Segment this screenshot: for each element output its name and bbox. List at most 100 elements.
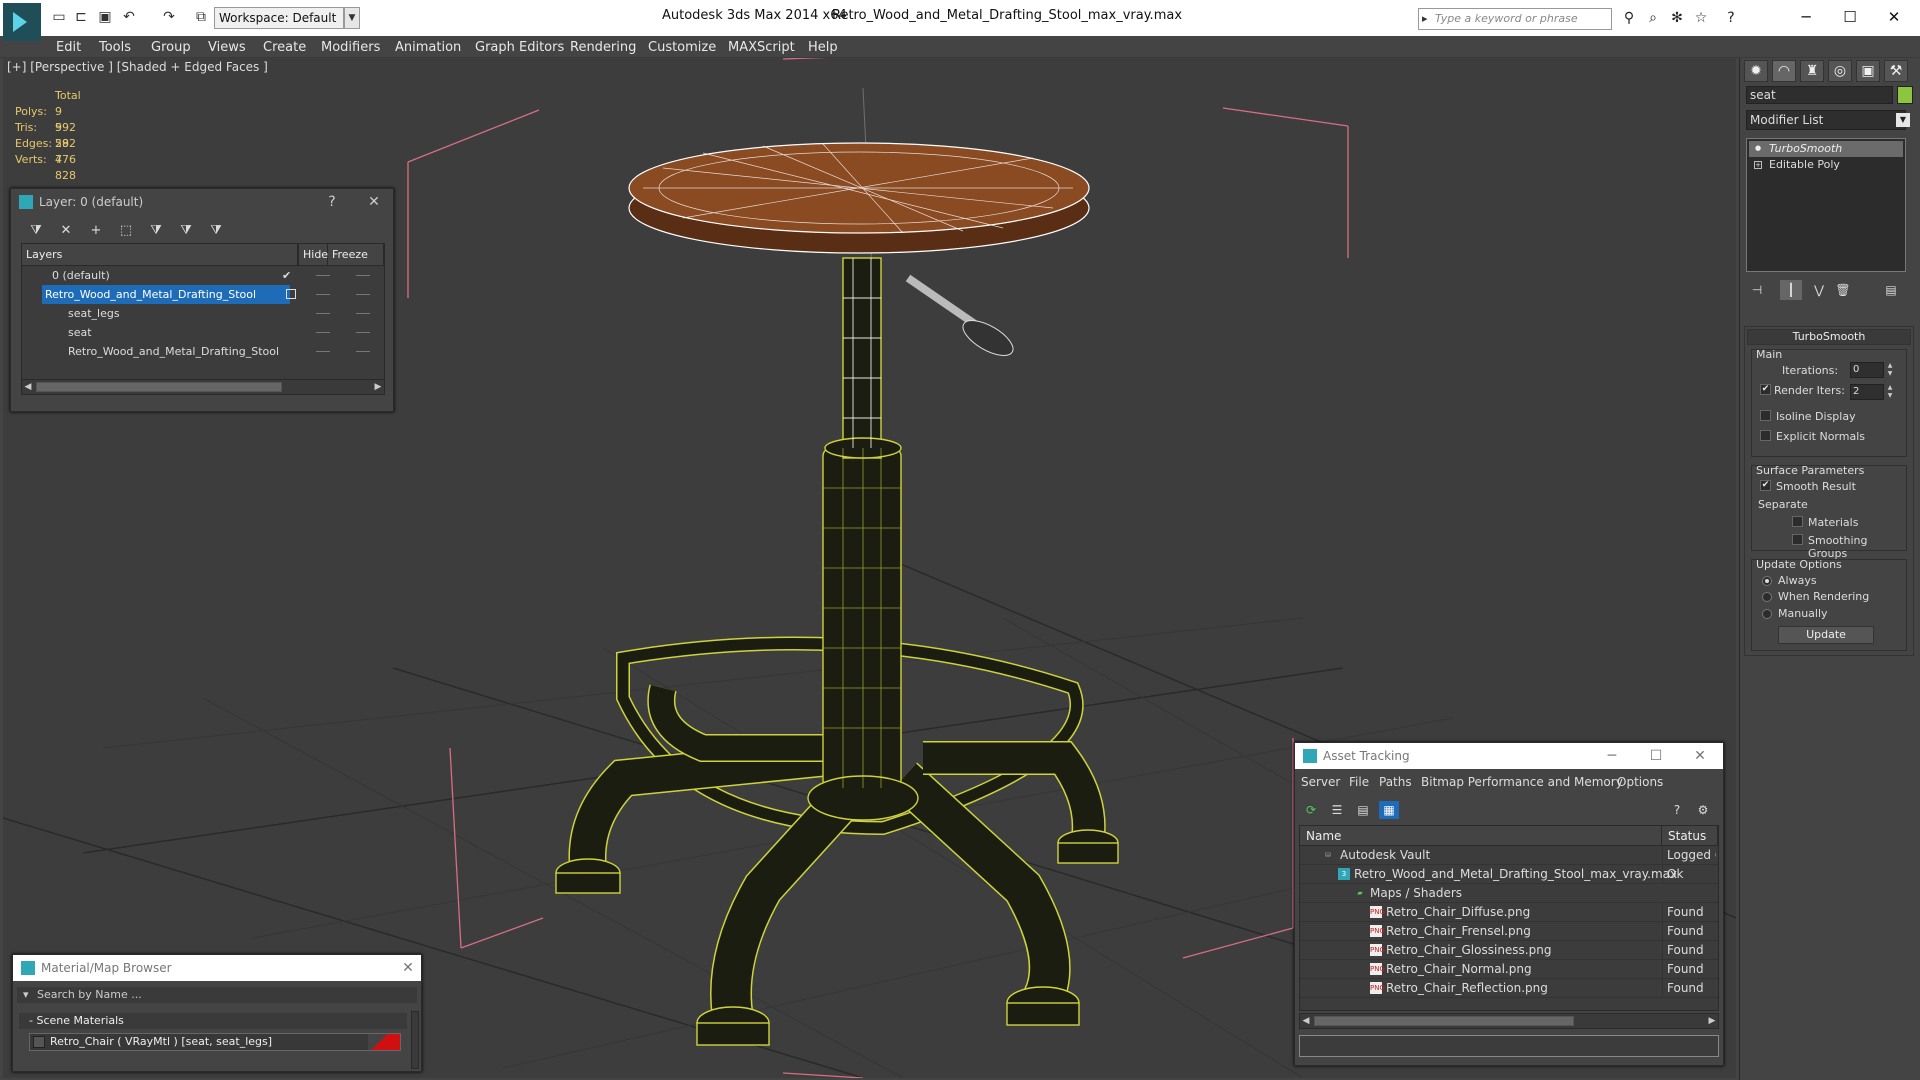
- modify-tab-icon[interactable]: ◠: [1772, 60, 1796, 82]
- lightbulb-icon[interactable]: ●: [1754, 145, 1762, 153]
- menu-rendering[interactable]: Rendering: [570, 40, 636, 55]
- motion-tab-icon[interactable]: ◎: [1828, 60, 1852, 82]
- isoline-display-checkbox[interactable]: [1760, 410, 1771, 421]
- freeze-all-layers-icon[interactable]: ⧩: [205, 221, 227, 241]
- scroll-thumb[interactable]: [1314, 1016, 1574, 1026]
- when-rendering-radio[interactable]: [1762, 592, 1772, 602]
- asset-path-field[interactable]: [1299, 1035, 1719, 1057]
- spinner-arrows-icon[interactable]: ▲ ▼: [1886, 362, 1894, 378]
- project-folder-icon[interactable]: ⧉: [192, 8, 210, 26]
- layer-object-row[interactable]: seat_legs: [22, 304, 384, 323]
- layer-object-row[interactable]: Retro_Wood_and_Metal_Drafting_Stool: [22, 342, 384, 361]
- close-icon[interactable]: ✕: [397, 957, 419, 979]
- help-icon[interactable]: ?: [1667, 801, 1687, 819]
- manually-radio[interactable]: [1762, 609, 1772, 619]
- detail-view-icon[interactable]: ▤: [1353, 801, 1373, 819]
- materials-checkbox[interactable]: [1792, 516, 1803, 527]
- pin-stack-icon[interactable]: ⊣: [1746, 280, 1768, 300]
- menu-views[interactable]: Views: [208, 40, 246, 55]
- freeze-toggle[interactable]: [356, 351, 370, 352]
- scene-materials-category[interactable]: - Scene Materials: [19, 1013, 407, 1029]
- asset-row[interactable]: 3 Retro_Wood_and_Metal_Drafting_Stool_ma…: [1300, 865, 1718, 884]
- current-layer-check-icon[interactable]: ✔: [282, 266, 291, 285]
- highlight-layer-icon[interactable]: ⧩: [145, 221, 167, 241]
- menu-help[interactable]: Help: [808, 40, 838, 55]
- hide-toggle[interactable]: [316, 332, 330, 333]
- material-vertical-scrollbar[interactable]: [411, 1011, 419, 1069]
- remove-modifier-icon[interactable]: 🗑: [1832, 280, 1854, 300]
- update-button[interactable]: Update: [1778, 626, 1874, 644]
- menu-bitmap-performance[interactable]: Bitmap Performance and Memory: [1421, 775, 1623, 789]
- asset-row[interactable]: PNG Retro_Chair_Diffuse.png Found: [1300, 903, 1718, 922]
- hide-all-layers-icon[interactable]: ⧩: [175, 221, 197, 241]
- menu-options[interactable]: Options: [1617, 775, 1663, 789]
- menu-graph-editors[interactable]: Graph Editors: [475, 40, 564, 55]
- maximize-icon[interactable]: ☐: [1645, 745, 1667, 767]
- communication-center-icon[interactable]: ✻: [1668, 9, 1686, 27]
- layer-close-icon[interactable]: ✕: [363, 191, 385, 213]
- create-tab-icon[interactable]: ✹: [1744, 60, 1768, 82]
- menu-maxscript[interactable]: MAXScript: [728, 40, 795, 55]
- layer-horizontal-scrollbar[interactable]: ◀ ▶: [21, 379, 385, 395]
- menu-file[interactable]: File: [1349, 775, 1369, 789]
- asset-row[interactable]: PNG Retro_Chair_Glossiness.png Found: [1300, 941, 1718, 960]
- expand-icon[interactable]: +: [1754, 161, 1762, 169]
- freeze-toggle[interactable]: [356, 275, 370, 276]
- menu-server[interactable]: Server: [1301, 775, 1340, 789]
- object-color-swatch[interactable]: [1897, 86, 1913, 104]
- refresh-icon[interactable]: ⟳: [1301, 801, 1321, 819]
- spinner-arrows-icon[interactable]: ▲ ▼: [1886, 384, 1894, 400]
- maximize-icon[interactable]: ☐: [1830, 4, 1870, 30]
- configure-modifier-sets-icon[interactable]: ▤: [1880, 280, 1902, 300]
- material-browser-header[interactable]: Material/Map Browser: [13, 955, 421, 981]
- chevron-down-icon[interactable]: ▼: [1896, 113, 1910, 127]
- hide-column-header[interactable]: Hide: [298, 244, 328, 266]
- save-file-icon[interactable]: ▣: [96, 8, 114, 26]
- scroll-left-icon[interactable]: ◀: [22, 380, 34, 394]
- scroll-thumb[interactable]: [36, 382, 282, 392]
- close-icon[interactable]: ✕: [1874, 4, 1914, 30]
- render-iters-checkbox[interactable]: ✔: [1760, 384, 1771, 395]
- asset-row[interactable]: ⛁ Autodesk Vault Logged Out: [1300, 846, 1718, 865]
- layer-tool-icon[interactable]: ⧩: [25, 221, 47, 241]
- asset-row[interactable]: PNG Retro_Chair_Normal.png Found: [1300, 960, 1718, 979]
- help-icon[interactable]: ?: [1722, 9, 1740, 27]
- menu-edit[interactable]: Edit: [56, 40, 81, 55]
- hide-toggle[interactable]: [316, 275, 330, 276]
- menu-tools[interactable]: Tools: [99, 40, 131, 55]
- add-layer-icon[interactable]: +: [85, 221, 107, 241]
- menu-animation[interactable]: Animation: [395, 40, 461, 55]
- settings-icon[interactable]: ⚙: [1693, 801, 1713, 819]
- asset-row[interactable]: ▰ Maps / Shaders: [1300, 884, 1718, 903]
- viewport-label[interactable]: [+] [Perspective ] [Shaded + Edged Faces…: [7, 60, 268, 74]
- explicit-normals-checkbox[interactable]: [1760, 430, 1771, 441]
- hide-toggle[interactable]: [316, 313, 330, 314]
- freeze-toggle[interactable]: [356, 332, 370, 333]
- workspace-dropdown[interactable]: Workspace: Default: [214, 7, 344, 29]
- app-logo-icon[interactable]: [3, 3, 41, 41]
- turbosmooth-rollout-header[interactable]: TurboSmooth: [1747, 329, 1911, 345]
- freeze-toggle[interactable]: [356, 294, 370, 295]
- redo-icon[interactable]: ↷: [160, 8, 178, 26]
- modifier-list-dropdown[interactable]: Modifier List ▼: [1746, 110, 1910, 130]
- object-name-field[interactable]: seat: [1746, 86, 1893, 104]
- layer-row[interactable]: 0 (default) ✔: [22, 266, 384, 285]
- asset-horizontal-scrollbar[interactable]: ◀ ▶: [1299, 1013, 1719, 1029]
- stack-item-editable-poly[interactable]: + Editable Poly: [1749, 157, 1903, 173]
- menu-group[interactable]: Group: [151, 40, 191, 55]
- name-column-header[interactable]: Name: [1300, 826, 1662, 846]
- hierarchy-tab-icon[interactable]: ♜: [1800, 60, 1824, 82]
- render-iters-spinner[interactable]: 2: [1850, 384, 1884, 400]
- search-icon[interactable]: ⌕: [1644, 9, 1662, 27]
- select-objects-icon[interactable]: ⬚: [115, 221, 137, 241]
- keyword-search-input[interactable]: Type a keyword or phrase: [1418, 8, 1612, 30]
- layer-object-row[interactable]: seat: [22, 323, 384, 342]
- new-file-icon[interactable]: ▭: [50, 8, 68, 26]
- status-column-header[interactable]: Status: [1662, 826, 1718, 846]
- smoothing-groups-checkbox[interactable]: [1792, 534, 1803, 545]
- hide-toggle[interactable]: [316, 351, 330, 352]
- delete-layer-icon[interactable]: ✕: [55, 221, 77, 241]
- binoculars-icon[interactable]: ⚲: [1620, 9, 1638, 27]
- close-icon[interactable]: ✕: [1689, 745, 1711, 767]
- make-unique-icon[interactable]: ⋁: [1808, 280, 1830, 300]
